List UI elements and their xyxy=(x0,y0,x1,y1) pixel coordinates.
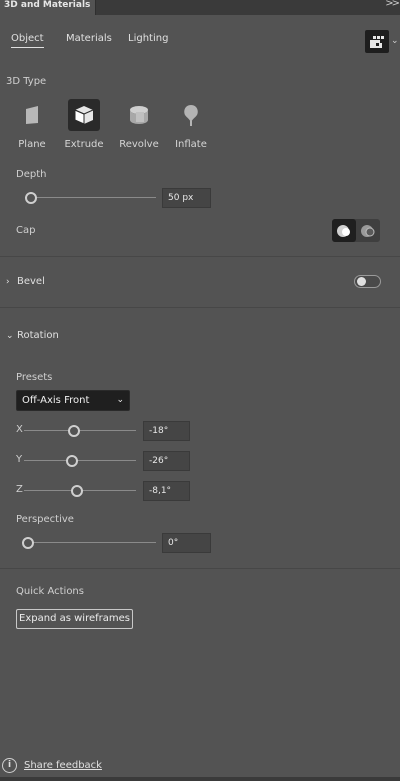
tab-materials[interactable]: Materials xyxy=(66,33,112,44)
revolve-icon xyxy=(123,99,155,131)
expand-as-wireframes-button[interactable]: Expand as wireframes xyxy=(16,609,133,629)
chevron-right-icon: › xyxy=(6,277,10,287)
perspective-label: Perspective xyxy=(16,514,74,525)
extrude-icon xyxy=(68,99,100,131)
quick-actions-label: Quick Actions xyxy=(16,586,84,597)
chevron-down-icon: ⌄ xyxy=(116,395,124,405)
tool-label: Revolve xyxy=(119,139,159,150)
axis-y-slider-thumb[interactable] xyxy=(66,455,78,467)
depth-slider-thumb[interactable] xyxy=(25,192,37,204)
tool-plane[interactable]: Plane xyxy=(7,99,57,150)
axis-x-label: X xyxy=(16,424,23,435)
perspective-slider-thumb[interactable] xyxy=(22,537,34,549)
bevel-section-header[interactable]: › Bevel xyxy=(6,276,45,287)
depth-field[interactable]: 50 px xyxy=(162,188,211,208)
tool-revolve[interactable]: Revolve xyxy=(114,99,164,150)
share-feedback-link[interactable]: Share feedback xyxy=(24,760,102,771)
cap-off-icon xyxy=(361,224,375,237)
depth-label: Depth xyxy=(16,169,47,180)
axis-z-slider-thumb[interactable] xyxy=(71,485,83,497)
info-icon: i xyxy=(2,757,17,773)
divider xyxy=(0,568,400,569)
bottom-bar xyxy=(0,777,400,781)
cap-on-button[interactable] xyxy=(332,219,356,242)
tab-object[interactable]: Object xyxy=(11,33,44,48)
tab-lighting[interactable]: Lighting xyxy=(128,33,168,44)
axis-y-label: Y xyxy=(16,454,23,465)
plane-icon xyxy=(16,99,48,131)
tab-bar: Object Materials Lighting xyxy=(0,15,400,65)
presets-value: Off-Axis Front xyxy=(22,395,90,406)
tool-extrude[interactable]: Extrude xyxy=(59,99,109,150)
tool-label: Extrude xyxy=(64,139,104,150)
panel-title: 3D and Materials xyxy=(4,0,91,10)
panel-header: 3D and Materials >> xyxy=(0,0,400,15)
axis-y-field[interactable]: -26° xyxy=(143,451,190,471)
perspective-field[interactable]: 0° xyxy=(162,533,211,553)
cap-toggle-group xyxy=(332,219,380,242)
chevron-down-icon: ⌄ xyxy=(6,331,14,341)
section-title-3d-type: 3D Type xyxy=(6,76,47,87)
toggle-knob xyxy=(357,277,366,286)
chevron-down-icon[interactable]: ⌄ xyxy=(391,36,399,46)
axis-z-label: Z xyxy=(16,484,23,495)
cap-off-button[interactable] xyxy=(356,219,380,242)
axis-z-field[interactable]: -8,1° xyxy=(143,481,190,501)
bevel-label: Bevel xyxy=(17,276,45,287)
rotation-label: Rotation xyxy=(17,330,59,341)
axis-x-field[interactable]: -18° xyxy=(143,421,190,441)
render-preview-button[interactable] xyxy=(365,30,389,53)
render-preview-icon xyxy=(370,36,384,48)
feedback-row: i Share feedback xyxy=(2,757,102,773)
divider xyxy=(0,307,400,308)
presets-label: Presets xyxy=(16,372,53,383)
axis-x-slider-thumb[interactable] xyxy=(68,425,80,437)
axis-x-slider[interactable] xyxy=(24,425,136,437)
tool-label: Inflate xyxy=(175,139,207,150)
collapse-panel-icon[interactable]: >> xyxy=(385,0,400,9)
bevel-toggle[interactable] xyxy=(354,275,381,288)
inflate-icon xyxy=(175,99,207,131)
cap-label: Cap xyxy=(16,225,36,236)
axis-y-slider[interactable] xyxy=(24,455,136,467)
presets-dropdown[interactable]: Off-Axis Front ⌄ xyxy=(16,390,130,411)
cap-on-icon xyxy=(337,224,350,237)
tool-label: Plane xyxy=(18,139,46,150)
panel-title-tab[interactable]: 3D and Materials xyxy=(0,0,96,15)
tool-inflate[interactable]: Inflate xyxy=(166,99,216,150)
axis-z-slider[interactable] xyxy=(24,485,136,497)
divider xyxy=(0,256,400,257)
rotation-section-header[interactable]: ⌄ Rotation xyxy=(6,330,59,341)
perspective-slider[interactable] xyxy=(22,537,156,549)
depth-slider[interactable] xyxy=(25,192,156,204)
